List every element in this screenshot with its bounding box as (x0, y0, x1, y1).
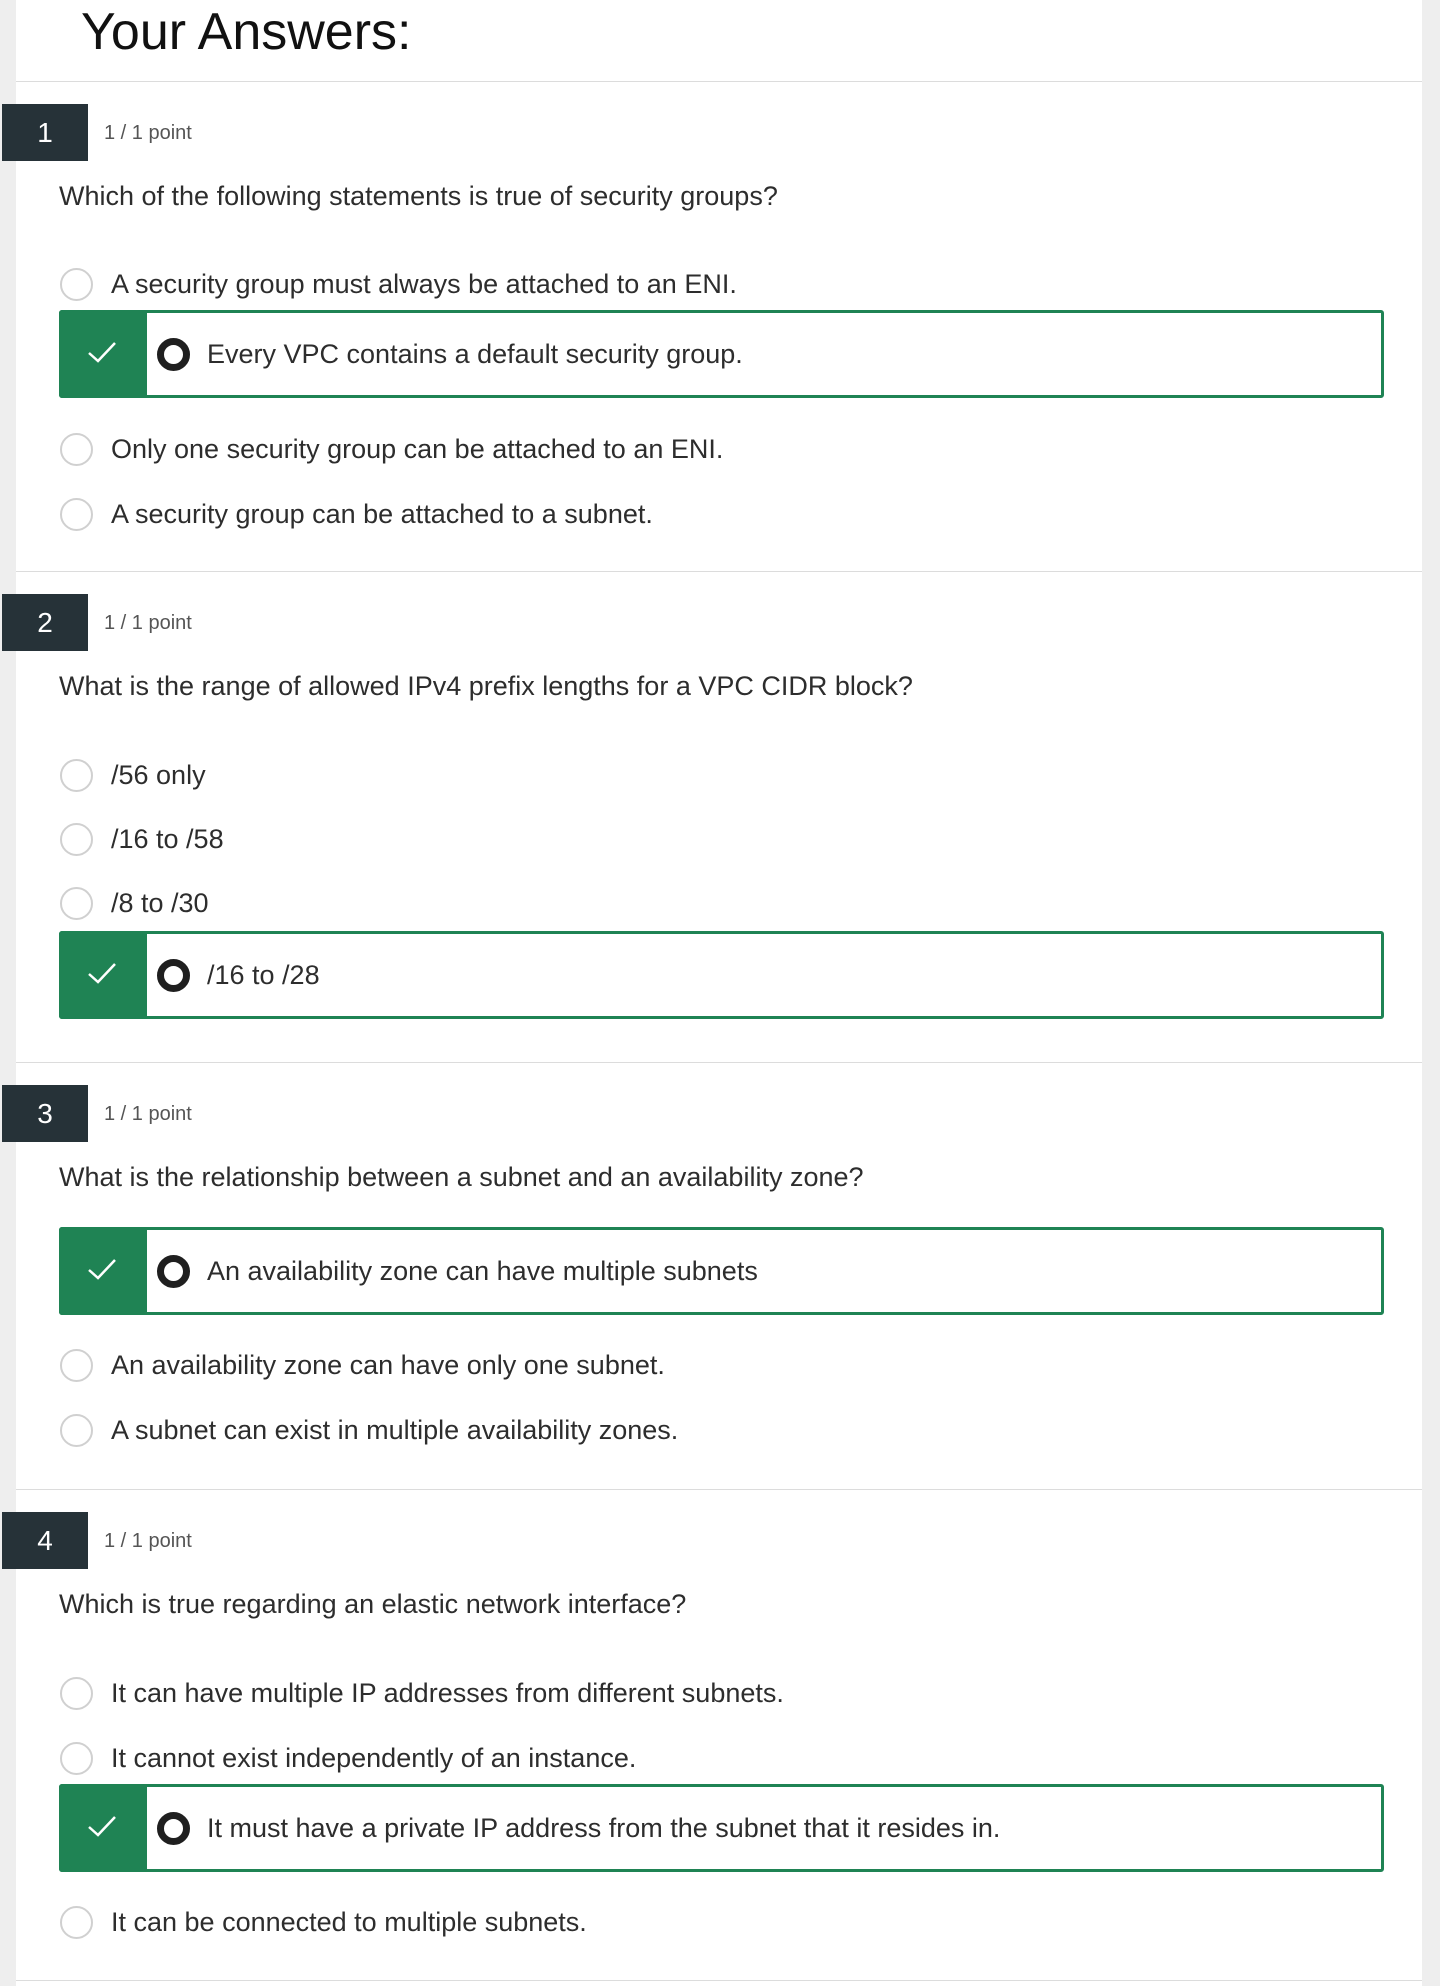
answer-option-correct[interactable]: An availability zone can have multiple s… (59, 1227, 1384, 1315)
radio-unselected-icon[interactable] (60, 1742, 93, 1775)
answer-option-correct[interactable]: It must have a private IP address from t… (59, 1784, 1384, 1872)
radio-unselected-icon[interactable] (60, 887, 93, 920)
question-number: 1 (2, 104, 88, 161)
radio-unselected-icon[interactable] (60, 1677, 93, 1710)
answer-option[interactable]: /16 to /58 (59, 809, 1384, 873)
radio-selected-icon[interactable] (157, 1255, 190, 1288)
answer-option-label: It must have a private IP address from t… (207, 1813, 1001, 1843)
answer-option-label: /16 to /28 (207, 960, 320, 990)
answer-option-label: It cannot exist independently of an inst… (111, 1743, 637, 1773)
question-number: 4 (2, 1512, 88, 1569)
answer-option-label: A security group can be attached to a su… (111, 499, 653, 529)
answer-option-label: It can be connected to multiple subnets. (111, 1907, 587, 1937)
radio-selected-icon[interactable] (157, 338, 190, 371)
checkmark-icon (88, 1816, 116, 1837)
question-2: 2 1 / 1 point What is the range of allow… (2, 572, 1422, 1063)
checkmark-icon (88, 1259, 116, 1280)
question-score: 1 / 1 point (104, 612, 192, 634)
answer-option-label: /8 to /30 (111, 888, 209, 918)
radio-unselected-icon[interactable] (60, 1906, 93, 1939)
checkmark-icon (88, 963, 116, 984)
answer-option-label: /56 only (111, 760, 206, 790)
answer-option[interactable]: A security group can be attached to a su… (59, 484, 1384, 548)
question-4: 4 1 / 1 point Which is true regarding an… (2, 1490, 1422, 1981)
answers-header: Your Answers: (16, 0, 1422, 82)
page-title: Your Answers: (81, 3, 412, 61)
question-prompt: Which of the following statements is tru… (59, 181, 778, 211)
checkmark-icon (88, 342, 116, 363)
radio-unselected-icon[interactable] (60, 268, 93, 301)
answer-option[interactable]: It cannot exist independently of an inst… (59, 1728, 1384, 1792)
correct-indicator (59, 931, 147, 1019)
radio-selected-icon[interactable] (157, 959, 190, 992)
answer-option-correct[interactable]: Every VPC contains a default security gr… (59, 310, 1384, 398)
correct-indicator (59, 310, 147, 398)
answer-option[interactable]: /8 to /30 (59, 873, 1384, 937)
correct-indicator (59, 1227, 147, 1315)
answer-option-label: /16 to /58 (111, 824, 224, 854)
answer-option[interactable]: /56 only (59, 745, 1384, 809)
answer-option[interactable]: An availability zone can have only one s… (59, 1335, 1384, 1399)
question-prompt: What is the relationship between a subne… (59, 1162, 864, 1192)
answer-option-label: Only one security group can be attached … (111, 434, 724, 464)
answer-option[interactable]: A subnet can exist in multiple availabil… (59, 1400, 1384, 1464)
answer-option[interactable]: A security group must always be attached… (59, 254, 1384, 318)
answer-option[interactable]: Only one security group can be attached … (59, 419, 1384, 483)
correct-indicator (59, 1784, 147, 1872)
question-3: 3 1 / 1 point What is the relationship b… (2, 1063, 1422, 1490)
radio-selected-icon[interactable] (157, 1812, 190, 1845)
question-score: 1 / 1 point (104, 122, 192, 144)
question-prompt: Which is true regarding an elastic netwo… (59, 1589, 687, 1619)
answer-option-label: An availability zone can have only one s… (111, 1350, 665, 1380)
radio-unselected-icon[interactable] (60, 498, 93, 531)
radio-unselected-icon[interactable] (60, 823, 93, 856)
answer-option-label: An availability zone can have multiple s… (207, 1256, 758, 1286)
question-score: 1 / 1 point (104, 1103, 192, 1125)
radio-unselected-icon[interactable] (60, 759, 93, 792)
question-score: 1 / 1 point (104, 1530, 192, 1552)
answer-option[interactable]: It can be connected to multiple subnets. (59, 1892, 1384, 1956)
question-1: 1 1 / 1 point Which of the following sta… (2, 82, 1422, 572)
question-prompt: What is the range of allowed IPv4 prefix… (59, 671, 913, 701)
answer-option-correct[interactable]: /16 to /28 (59, 931, 1384, 1019)
answer-option[interactable]: It can have multiple IP addresses from d… (59, 1663, 1384, 1727)
answer-option-label: Every VPC contains a default security gr… (207, 339, 743, 369)
answer-option-label: It can have multiple IP addresses from d… (111, 1678, 784, 1708)
question-number: 2 (2, 594, 88, 651)
radio-unselected-icon[interactable] (60, 1414, 93, 1447)
answer-option-label: A subnet can exist in multiple availabil… (111, 1415, 679, 1445)
radio-unselected-icon[interactable] (60, 433, 93, 466)
radio-unselected-icon[interactable] (60, 1349, 93, 1382)
answer-option-label: A security group must always be attached… (111, 269, 737, 299)
question-number: 3 (2, 1085, 88, 1142)
